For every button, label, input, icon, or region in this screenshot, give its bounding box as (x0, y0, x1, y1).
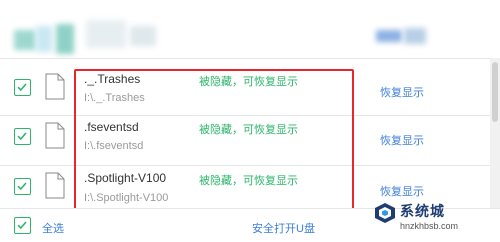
site-logo-icon (375, 203, 395, 223)
blurred-region (130, 26, 156, 46)
hidden-status: 被隐藏，可恢复显示 (199, 175, 298, 187)
watermark-title: 系统城 (400, 203, 445, 219)
hidden-status: 被隐藏，可恢复显示 (199, 124, 298, 136)
scrollbar-thumb[interactable] (492, 62, 498, 122)
row-checkbox[interactable] (14, 128, 31, 145)
watermark-url: hnzkhbsb.com (400, 221, 459, 231)
select-all-checkbox[interactable] (14, 217, 31, 234)
select-all-label[interactable]: 全选 (42, 220, 64, 236)
hidden-status: 被隐藏，可恢复显示 (199, 76, 298, 88)
file-icon (45, 122, 65, 149)
site-watermark: 系统城 hnzkhbsb.com (372, 196, 500, 242)
blurred-header-area (0, 0, 500, 62)
blurred-region (376, 30, 402, 42)
checkmark-icon (17, 132, 27, 141)
row-checkbox[interactable] (14, 178, 31, 195)
file-name: .fseventsd (84, 120, 139, 134)
blurred-region (404, 28, 426, 44)
file-icon (45, 172, 65, 199)
scrollbar[interactable] (490, 58, 500, 208)
file-path: I:\._.Trashes (84, 92, 145, 104)
blurred-region (56, 24, 74, 54)
checkmark-icon (17, 83, 27, 92)
file-name: ._.Trashes (84, 72, 141, 86)
checkmark-icon (17, 182, 27, 191)
file-path: I:\.fseventsd (84, 140, 144, 152)
checkmark-icon (17, 221, 27, 230)
blurred-region (36, 26, 52, 52)
restore-display-link[interactable]: 恢复显示 (380, 84, 424, 100)
blurred-region (86, 20, 126, 48)
blurred-region (14, 30, 36, 50)
file-path: I:\.Spotlight-V100 (84, 192, 169, 204)
file-icon (45, 73, 65, 100)
safe-open-usb-link[interactable]: 安全打开U盘 (252, 220, 315, 236)
file-name: .Spotlight-V100 (84, 171, 167, 185)
row-checkbox[interactable] (14, 79, 31, 96)
restore-display-link[interactable]: 恢复显示 (380, 132, 424, 148)
